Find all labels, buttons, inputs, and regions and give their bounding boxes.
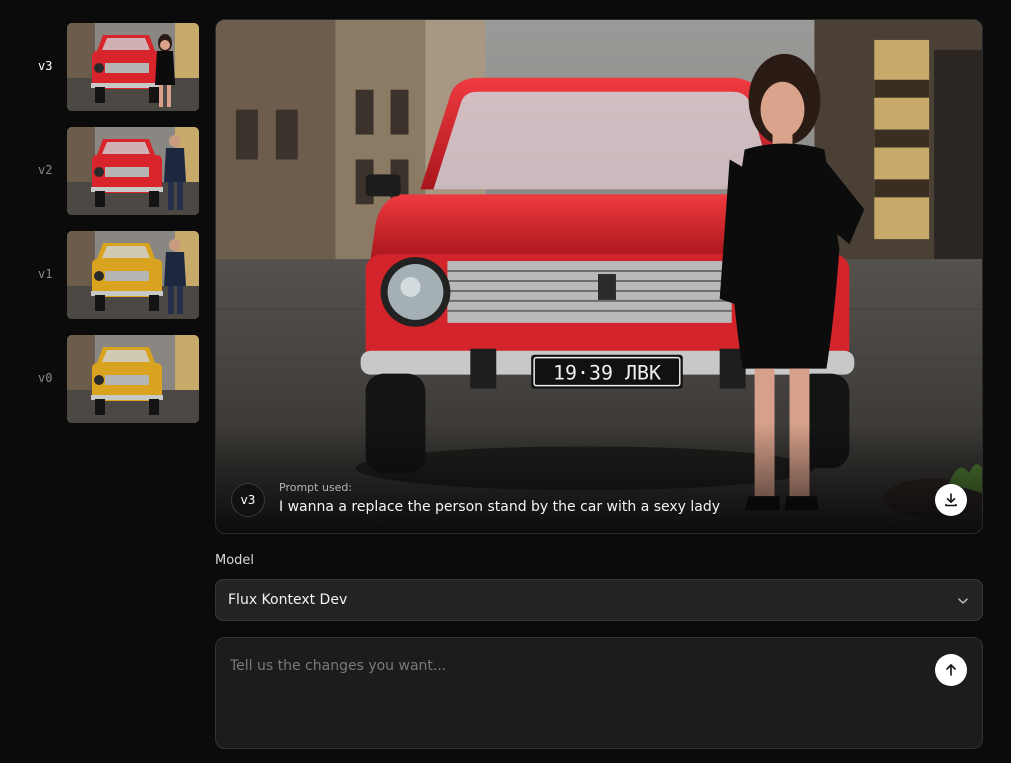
model-dropdown[interactable]: Flux Kontext Dev <box>215 579 983 621</box>
arrow-up-icon <box>944 663 958 677</box>
version-thumbnail[interactable] <box>67 127 199 215</box>
version-label: v0 <box>38 371 53 385</box>
prompt-caption: Prompt used: <box>279 481 353 494</box>
download-button[interactable] <box>935 484 967 516</box>
version-item-v0[interactable]: v0 <box>0 335 205 423</box>
version-thumbnail[interactable] <box>67 335 199 423</box>
send-button[interactable] <box>935 654 967 686</box>
version-item-v1[interactable]: v1 <box>0 231 205 319</box>
prompt-input[interactable] <box>230 658 930 738</box>
version-item-v3[interactable]: v3 <box>0 23 205 111</box>
version-thumbnail[interactable] <box>67 231 199 319</box>
model-label: Model <box>215 553 255 568</box>
prompt-used-text: I wanna a replace the person stand by th… <box>279 499 721 515</box>
preview-overlay <box>216 423 982 533</box>
version-badge: v3 <box>231 483 265 517</box>
download-icon <box>943 492 959 508</box>
license-plate-text: 19·39 ЛВК <box>553 362 661 385</box>
chevron-down-icon <box>956 593 970 607</box>
version-label: v2 <box>38 163 53 177</box>
model-selected-value: Flux Kontext Dev <box>228 592 348 608</box>
version-item-v2[interactable]: v2 <box>0 127 205 215</box>
version-label: v1 <box>38 267 53 281</box>
image-preview: 19·39 ЛВК v3 Prompt used: I wanna a repl… <box>215 19 983 534</box>
version-label: v3 <box>38 59 53 73</box>
prompt-composer <box>215 637 983 749</box>
version-thumbnail[interactable] <box>67 23 199 111</box>
